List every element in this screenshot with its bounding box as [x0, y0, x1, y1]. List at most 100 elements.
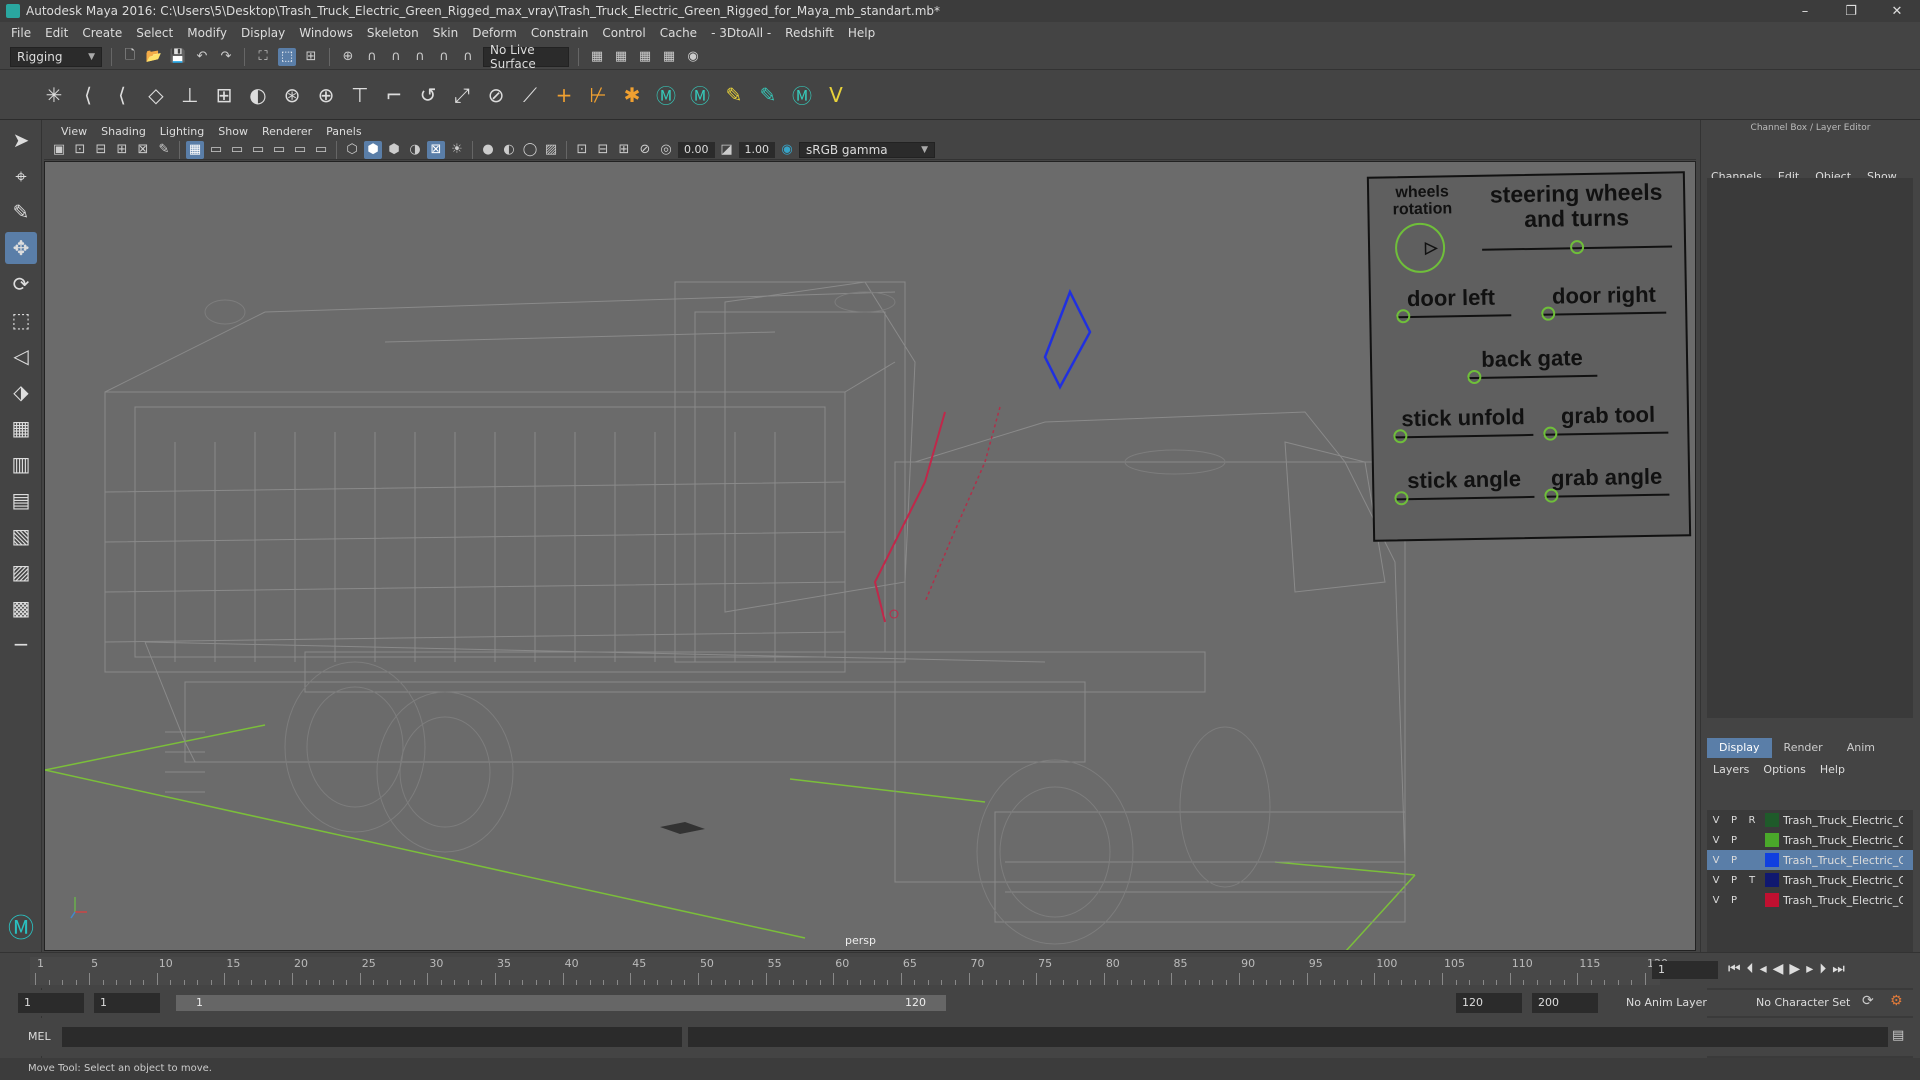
menu-modify[interactable]: Modify — [180, 26, 234, 40]
point-constraint-icon[interactable]: ⌐ — [380, 81, 408, 109]
lattice-icon[interactable]: ⊛ — [278, 81, 306, 109]
snap-surface-icon[interactable]: ∩ — [435, 48, 453, 66]
layer-display-type-toggle[interactable]: R — [1743, 815, 1761, 826]
locator-icon[interactable]: + — [550, 81, 578, 109]
copy-weights-icon[interactable]: ✎ — [754, 81, 782, 109]
command-input[interactable] — [62, 1027, 682, 1047]
textured-icon[interactable]: ◑ — [406, 141, 424, 159]
twod-pan-icon[interactable]: ⊠ — [134, 141, 152, 159]
wireframe-icon[interactable]: ⬡ — [343, 141, 361, 159]
step-back-frame-icon[interactable]: ◂ — [1760, 961, 1767, 977]
scale-tool-icon[interactable]: ⬚ — [5, 304, 37, 336]
grease-pencil-icon[interactable]: ✎ — [155, 141, 173, 159]
hik-icon[interactable]: Ⓜ — [652, 81, 680, 109]
orient-constraint-icon[interactable]: ↺ — [414, 81, 442, 109]
menu-display[interactable]: Display — [234, 26, 292, 40]
channel-box[interactable] — [1707, 178, 1913, 718]
save-scene-icon[interactable]: 💾 — [169, 48, 187, 66]
tab-anim[interactable]: Anim — [1835, 738, 1887, 758]
auto-key-icon[interactable]: ⟳ — [1862, 993, 1874, 1009]
anim-layer-dropdown[interactable]: No Anim Layer — [1620, 993, 1732, 1013]
menu-cache[interactable]: Cache — [653, 26, 704, 40]
mode-dropdown[interactable]: Rigging ▼ — [10, 46, 102, 67]
start-time-field[interactable]: 1 — [18, 993, 84, 1013]
layer-playback-toggle[interactable]: P — [1725, 835, 1743, 846]
menu-3dtoall[interactable]: - 3DtoAll - — [704, 26, 778, 40]
menu-select[interactable]: Select — [129, 26, 180, 40]
pole-vector-icon[interactable]: ⟋ — [516, 81, 544, 109]
color-management-icon[interactable]: ◉ — [778, 141, 796, 159]
ik-effector-icon[interactable]: ✱ — [618, 81, 646, 109]
xray-active-icon[interactable]: ⊞ — [615, 141, 633, 159]
maximize-button[interactable]: ❐ — [1828, 0, 1874, 22]
gamma-field[interactable]: 1.00 — [738, 141, 775, 158]
image-plane-icon[interactable]: ⊞ — [113, 141, 131, 159]
character-set-dropdown[interactable]: No Character Set — [1750, 993, 1862, 1013]
ipr-render-icon[interactable]: ▦ — [636, 48, 654, 66]
layout-custom-icon[interactable]: ▩ — [5, 592, 37, 624]
snap-grid-icon[interactable]: ⊕ — [339, 48, 357, 66]
layer-name[interactable]: Trash_Truck_Electric_G — [1783, 874, 1903, 887]
select-object-icon[interactable]: ⬚ — [278, 47, 296, 66]
shadows-icon[interactable]: ● — [479, 141, 497, 159]
lasso-tool-icon[interactable]: ⌖ — [5, 160, 37, 192]
panel-menu-panels[interactable]: Panels — [319, 125, 368, 138]
field-chart-icon[interactable]: ▭ — [270, 141, 288, 159]
aim-constraint-icon[interactable]: ⊘ — [482, 81, 510, 109]
viewport-persp[interactable]: persp wheels rotation ▷ steering wheels … — [44, 161, 1696, 951]
paint-weights-icon[interactable]: ◐ — [244, 81, 272, 109]
render-settings-icon[interactable]: ▦ — [660, 48, 678, 66]
snap-view-icon[interactable]: ∩ — [411, 48, 429, 66]
antialias-icon[interactable]: ▨ — [542, 141, 560, 159]
rotate-tool-icon[interactable]: ⟳ — [5, 268, 37, 300]
hik-control-icon[interactable]: Ⓜ — [686, 81, 714, 109]
layer-color-swatch[interactable] — [1765, 833, 1779, 847]
layer-display-type-toggle[interactable]: T — [1743, 875, 1761, 886]
menu-edit[interactable]: Edit — [38, 26, 75, 40]
grab-angle-control[interactable] — [1544, 488, 1559, 503]
panel-menu-lighting[interactable]: Lighting — [153, 125, 211, 138]
undo-icon[interactable]: ↶ — [193, 48, 211, 66]
layer-playback-toggle[interactable]: P — [1725, 895, 1743, 906]
layer-playback-toggle[interactable]: P — [1725, 875, 1743, 886]
exposure-field[interactable]: 0.00 — [678, 141, 715, 158]
layer-visibility-toggle[interactable]: V — [1707, 815, 1725, 826]
steering-control[interactable] — [1569, 240, 1585, 255]
exposure-reset-icon[interactable]: ◎ — [657, 141, 675, 159]
cluster-icon[interactable]: ⊕ — [312, 81, 340, 109]
playback-start-field[interactable]: 1 — [94, 993, 160, 1013]
script-editor-icon[interactable]: ▤ — [1892, 1028, 1904, 1043]
maya-hik-icon[interactable]: Ⓜ — [788, 81, 816, 109]
layer-color-swatch[interactable] — [1765, 873, 1779, 887]
layer-visibility-toggle[interactable]: V — [1707, 835, 1725, 846]
camera-lock-icon[interactable]: ⊡ — [71, 141, 89, 159]
end-time-field[interactable]: 200 — [1532, 993, 1598, 1013]
panel-menu-view[interactable]: View — [54, 125, 94, 138]
exposure-icon[interactable]: ⊘ — [636, 141, 654, 159]
paint-skin-icon[interactable]: ✎ — [720, 81, 748, 109]
move-tool-icon[interactable]: ✥ — [5, 232, 37, 264]
range-slider[interactable]: 1 120 — [176, 995, 946, 1011]
menu-redshift[interactable]: Redshift — [778, 26, 841, 40]
current-frame-field[interactable]: 1 — [1652, 961, 1718, 979]
redo-icon[interactable]: ↷ — [217, 48, 235, 66]
play-forwards-icon[interactable]: ▶ — [1789, 961, 1800, 977]
stick-angle-control[interactable] — [1394, 491, 1409, 506]
layers-menu[interactable]: Layers — [1713, 763, 1749, 776]
layout-four-icon[interactable]: ▥ — [5, 448, 37, 480]
select-hierarchy-icon[interactable]: ⛶ — [254, 48, 272, 66]
grid-icon[interactable]: ▦ — [186, 140, 204, 159]
layer-row[interactable]: V P T Trash_Truck_Electric_G — [1707, 870, 1913, 890]
layer-name[interactable]: Trash_Truck_Electric_Green — [1783, 814, 1903, 827]
live-surface-field[interactable]: No Live Surface — [483, 43, 569, 71]
grab-tool-control[interactable] — [1543, 426, 1558, 441]
door-left-control[interactable] — [1396, 309, 1411, 324]
layer-row[interactable]: V P Trash_Truck_Electric_G — [1707, 830, 1913, 850]
resolution-gate-icon[interactable]: ▭ — [228, 141, 246, 159]
cluster-handle-icon[interactable]: ⊬ — [584, 81, 612, 109]
tab-display[interactable]: Display — [1707, 738, 1772, 758]
smooth-shade-icon[interactable]: ⬢ — [364, 140, 382, 159]
layer-row[interactable]: V P Trash_Truck_Electric_G — [1707, 890, 1913, 910]
paint-select-icon[interactable]: ✎ — [5, 196, 37, 228]
mirror-joint-icon[interactable]: ⊥ — [176, 81, 204, 109]
